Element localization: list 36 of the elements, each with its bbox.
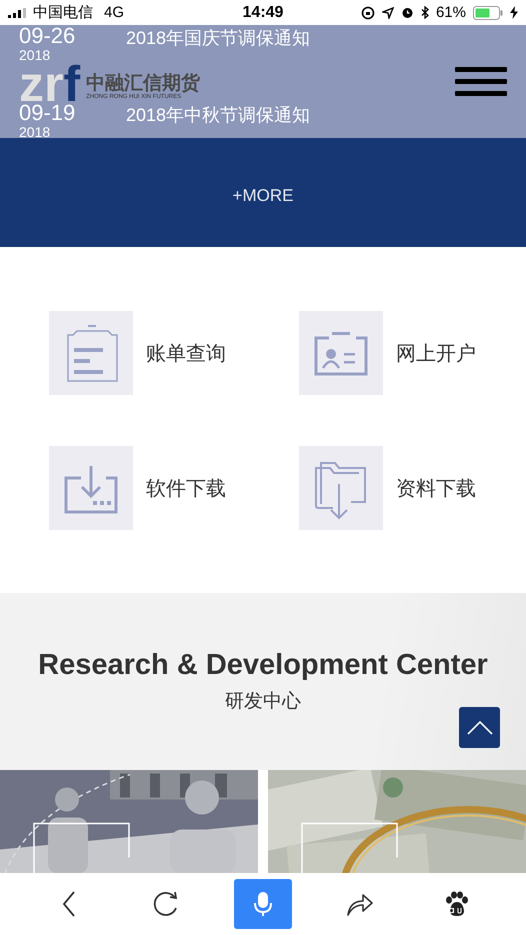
rotation-lock-icon bbox=[360, 6, 375, 20]
news-year: 2018 bbox=[19, 125, 52, 139]
network-type: 4G bbox=[104, 4, 124, 21]
back-to-top-button[interactable] bbox=[459, 707, 500, 748]
bluetooth-icon bbox=[420, 6, 429, 19]
service-tile[interactable] bbox=[299, 311, 383, 395]
more-link[interactable]: +MORE bbox=[232, 186, 294, 206]
paw-icon bbox=[444, 891, 470, 917]
chevron-up-icon bbox=[466, 720, 492, 734]
back-icon bbox=[62, 891, 76, 917]
news-date: 09-19 bbox=[19, 102, 76, 124]
section-subtitle: 研发中心 bbox=[225, 690, 301, 714]
battery-icon bbox=[472, 6, 503, 20]
carrier-name: 中国电信 bbox=[33, 3, 93, 22]
service-label[interactable]: 资料下载 bbox=[396, 474, 476, 502]
refresh-icon bbox=[152, 891, 179, 917]
menu-icon bbox=[455, 66, 507, 98]
service-label[interactable]: 网上开户 bbox=[396, 340, 476, 366]
section-title: Research & Development Center bbox=[38, 649, 488, 682]
service-label[interactable]: 账单查询 bbox=[146, 340, 226, 366]
location-icon bbox=[382, 6, 394, 18]
microphone-icon bbox=[252, 891, 273, 917]
news-date: 09-26 bbox=[19, 25, 76, 47]
service-tile[interactable] bbox=[299, 446, 383, 530]
logo-mark: zrf bbox=[19, 64, 80, 102]
alarm-icon bbox=[400, 6, 414, 19]
clock-time: 14:49 bbox=[242, 4, 284, 22]
service-tile[interactable] bbox=[49, 311, 133, 395]
battery-percent: 61% bbox=[436, 4, 466, 21]
charging-icon bbox=[510, 6, 518, 19]
service-label[interactable]: 软件下载 bbox=[146, 474, 226, 502]
signal-icon bbox=[8, 8, 28, 18]
logo-name: 中融汇信期货 bbox=[86, 74, 200, 94]
service-tile[interactable] bbox=[49, 446, 133, 530]
news-year: 2018 bbox=[19, 48, 52, 62]
share-arrow-icon bbox=[346, 891, 374, 917]
